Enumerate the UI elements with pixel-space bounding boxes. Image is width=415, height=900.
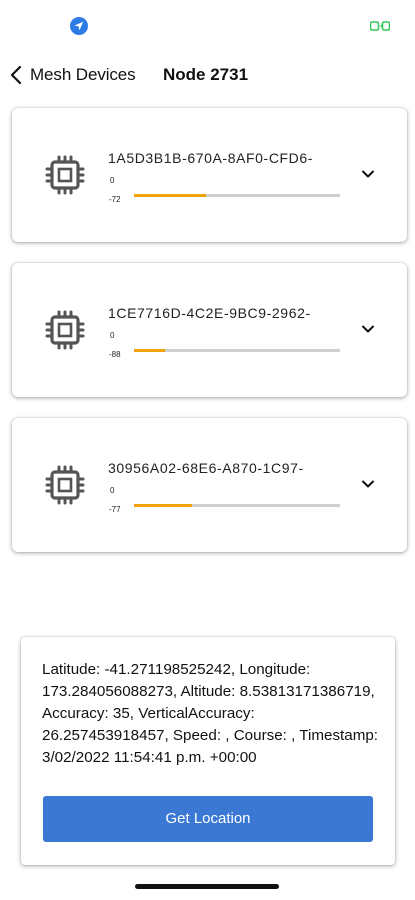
chevron-down-icon[interactable] xyxy=(361,479,375,489)
rssi-max-label: 0 xyxy=(110,176,115,185)
back-button-label: Mesh Devices xyxy=(30,65,136,84)
signal-strength-bar xyxy=(134,504,340,507)
location-readout: Latitude: -41.271198525242, Longitude: 1… xyxy=(42,661,379,766)
rssi-value: -77 xyxy=(109,505,121,514)
signal-strength-fill xyxy=(134,194,207,197)
device-card[interactable]: 1A5D3B1B-670A-8AF0-CFD6- 0 -72 xyxy=(12,108,407,242)
home-indicator[interactable] xyxy=(135,884,279,889)
signal-strength-fill xyxy=(134,504,192,507)
chevron-left-icon xyxy=(10,65,22,85)
status-bar xyxy=(0,0,415,50)
signal-strength-bar xyxy=(134,194,340,197)
device-id: 30956A02-68E6-A870-1C97- xyxy=(108,460,304,476)
signal-strength-fill xyxy=(134,349,165,352)
location-arrow-icon xyxy=(70,17,88,35)
rssi-max-label: 0 xyxy=(110,331,115,340)
rssi-max-label: 0 xyxy=(110,486,115,495)
device-id: 1CE7716D-4C2E-9BC9-2962- xyxy=(108,305,311,321)
device-card[interactable]: 1CE7716D-4C2E-9BC9-2962- 0 -88 xyxy=(12,263,407,397)
signal-strength-bar xyxy=(134,349,340,352)
device-id: 1A5D3B1B-670A-8AF0-CFD6- xyxy=(108,150,314,166)
chevron-down-icon[interactable] xyxy=(361,169,375,179)
page-title: Node 2731 xyxy=(163,65,249,84)
device-card[interactable]: 30956A02-68E6-A870-1C97- 0 -77 xyxy=(12,418,407,552)
navigation-bar: Mesh Devices Node 2731 xyxy=(0,58,415,92)
chevron-down-icon[interactable] xyxy=(361,324,375,334)
camera-icon xyxy=(370,21,390,31)
rssi-value: -72 xyxy=(109,195,121,204)
get-location-button[interactable]: Get Location xyxy=(43,796,373,842)
back-button[interactable]: Mesh Devices xyxy=(8,58,136,92)
location-panel: Latitude: -41.271198525242, Longitude: 1… xyxy=(21,637,395,865)
chip-icon xyxy=(45,155,85,195)
chip-icon xyxy=(45,465,85,505)
rssi-value: -88 xyxy=(109,350,121,359)
chip-icon xyxy=(45,310,85,350)
